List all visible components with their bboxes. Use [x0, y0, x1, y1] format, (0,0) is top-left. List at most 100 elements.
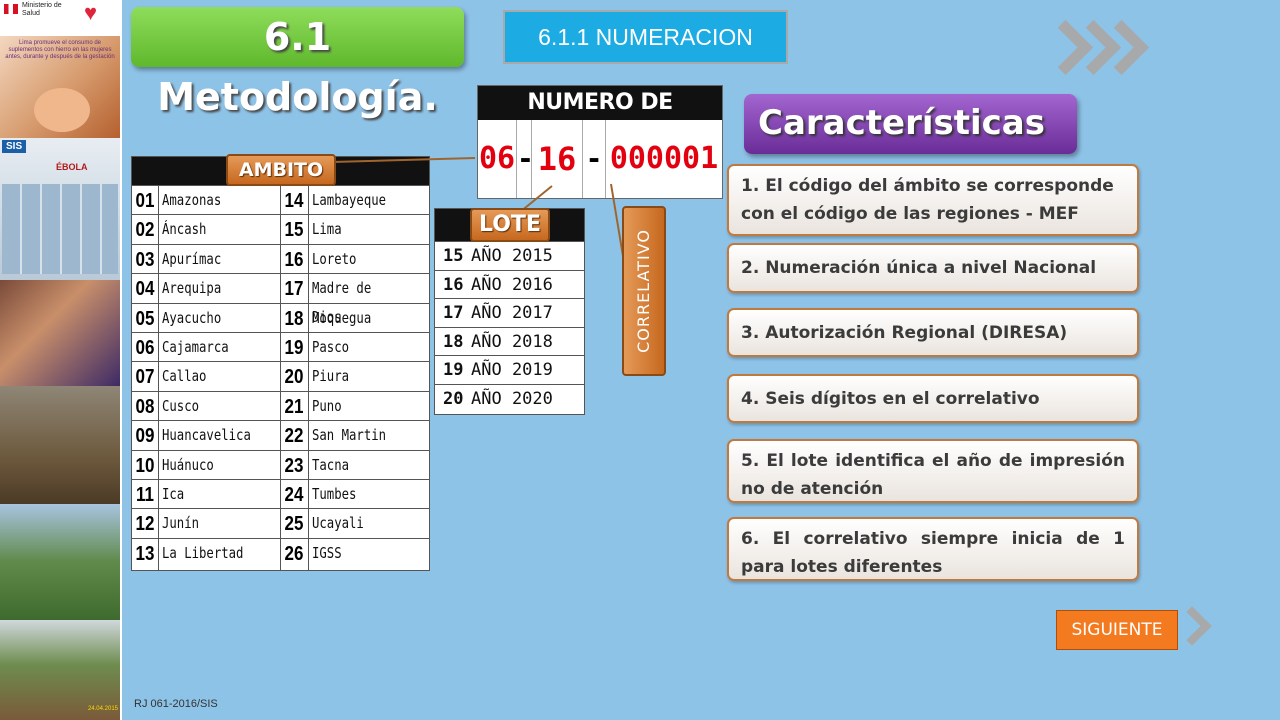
ambito-region: Lambayeque	[312, 191, 387, 209]
formato-lote-code: 16	[532, 120, 583, 198]
rural-house-photo	[0, 504, 120, 620]
ambito-region: Tacna	[312, 455, 350, 474]
ambito-table: 01 Amazonas 14 Lambayeque 02 Áncash 15 Lima 03 Ap…	[131, 156, 430, 571]
sis-website-collage: SIS ÉBOLA	[0, 138, 120, 280]
lote-code: 16	[443, 274, 464, 295]
caracteristicas-title: Características	[758, 103, 1045, 143]
ambito-code: 16	[284, 248, 304, 271]
ambito-region: Apurímac	[162, 249, 222, 268]
caracteristicas-banner: Características	[744, 94, 1077, 154]
child-rural-photo	[0, 386, 120, 504]
ambito-row: 02 Áncash 15 Lima	[132, 214, 429, 244]
formato-separator: -	[517, 120, 534, 198]
lote-row: 15 AÑO 2015	[435, 241, 584, 270]
anniversary-logo-icon: ♥	[84, 0, 98, 25]
ambito-row: 08 Cusco 21 Puno	[132, 390, 429, 421]
ambito-region: Áncash	[162, 220, 207, 239]
ambito-row: 09 Huancavelica 22 San Martin	[132, 420, 429, 450]
caracteristica-item: 1. El código del ámbito se corresponde c…	[727, 164, 1139, 236]
lote-code: 15	[443, 246, 464, 266]
chevron-right-icon[interactable]	[1172, 604, 1216, 648]
numeracion-button[interactable]: 6.1.1 NUMERACION	[503, 10, 788, 64]
ambito-region: Pasco	[312, 338, 350, 356]
ambito-code: 22	[284, 425, 304, 448]
ambito-region: Huancavelica	[162, 426, 251, 445]
footer-reference: RJ 061-2016/SIS	[134, 698, 218, 710]
siguiente-button[interactable]: SIGUIENTE	[1056, 610, 1178, 650]
ambito-region: Moquegua	[312, 308, 372, 327]
ministry-banner: Ministerio de Salud ♥	[0, 0, 120, 40]
lote-year: AÑO 2020	[471, 389, 553, 409]
ambito-row: 11 Ica 24 Tumbes	[132, 479, 429, 509]
lote-row: 20 AÑO 2020	[435, 384, 584, 413]
caracteristica-item: 3. Autorización Regional (DIRESA)	[727, 308, 1139, 357]
ambito-region: Cajamarca	[162, 338, 229, 356]
correlativo-label: CORRELATIVO	[634, 229, 653, 353]
ambito-code: 07	[135, 366, 155, 389]
lote-row: 17 AÑO 2017	[435, 298, 584, 327]
pregnancy-photo: Lima promueve el consumo de suplementos …	[0, 36, 120, 138]
sis-logo: SIS	[2, 140, 27, 153]
page-title-banner: 6.1 Metodología.	[131, 7, 464, 119]
lote-row: 16 AÑO 2016	[435, 269, 584, 299]
ambito-row: 13 La Libertad 26 IGSS	[132, 537, 429, 568]
formato-correlativo-code: 000001	[609, 141, 719, 176]
ambito-region: Ayacucho	[162, 308, 222, 327]
ambito-row: 05 Ayacucho 18 Moquegua	[132, 302, 429, 333]
caracteristica-item: 4. Seis dígitos en el correlativo	[727, 374, 1139, 423]
ambito-region: La Libertad	[162, 543, 244, 562]
ambito-code: 01	[135, 190, 155, 212]
photo-date: 24.04.2015	[87, 706, 118, 712]
photo-strip: Ministerio de Salud ♥ Lima promueve el c…	[0, 0, 122, 720]
lote-row: 19 AÑO 2019	[435, 355, 584, 384]
ambito-code: 12	[135, 513, 155, 536]
page-title: 6.1 Metodología.	[157, 15, 438, 119]
ambito-region: Lima	[312, 220, 342, 239]
ambito-row: 04 Arequipa 17 Madre de Dios	[132, 273, 429, 327]
ambito-row: 06 Cajamarca 19 Pasco	[132, 332, 429, 362]
ambito-code: 18	[284, 307, 304, 330]
ambito-code: 19	[284, 337, 304, 359]
lote-year: AÑO 2019	[471, 360, 553, 381]
ambito-code: 21	[284, 395, 304, 418]
lote-code: 20	[443, 389, 464, 409]
ambito-region: Callao	[162, 367, 207, 386]
ambito-code: 11	[136, 484, 154, 506]
lote-row: 18 AÑO 2018	[435, 326, 584, 356]
ambito-region: Huánuco	[162, 455, 214, 474]
caracteristica-item: 2. Numeración única a nivel Nacional	[727, 243, 1139, 293]
formato-separator: -	[583, 120, 606, 198]
ambito-code: 20	[284, 366, 304, 389]
ambito-region: Ica	[162, 485, 185, 503]
ambito-region: Ucayali	[312, 514, 364, 533]
siguiente-label: SIGUIENTE	[1071, 620, 1163, 640]
ambito-row: 01 Amazonas 14 Lambayeque	[132, 185, 429, 215]
ambito-row: 12 Junín 25 Ucayali	[132, 508, 429, 538]
lote-year: AÑO 2018	[471, 331, 553, 352]
ambito-code: 09	[135, 425, 155, 448]
ambito-tag: AMBITO	[226, 154, 336, 186]
lote-code: 18	[443, 331, 464, 352]
mother-child-photo	[0, 280, 120, 386]
ambito-code: 10	[135, 454, 155, 477]
ambito-region: Madre de Dios	[312, 279, 372, 327]
ambito-code: 17	[284, 278, 304, 301]
campaign-caption: Lima promueve el consumo de suplementos …	[5, 40, 115, 60]
lote-tag: LOTE	[470, 208, 550, 242]
ambito-code: 13	[135, 542, 155, 565]
ambito-region: Cusco	[162, 396, 200, 415]
ambito-code: 26	[284, 542, 304, 565]
lote-code: 17	[443, 303, 464, 324]
community-meeting-photo: 24.04.2015	[0, 620, 120, 720]
ambito-code: 25	[284, 513, 304, 536]
triple-chevron-right-icon	[1037, 19, 1150, 76]
caracteristica-item: 5. El lote identifica el año de impresió…	[727, 439, 1139, 503]
ambito-code: 03	[135, 248, 155, 271]
ambito-code: 05	[135, 307, 155, 330]
caracteristica-item: 6. El correlativo siempre inicia de 1 pa…	[727, 517, 1139, 581]
formato-ambito-code: 06	[478, 120, 517, 198]
numero-formato-box: NUMERO DE FORMATO 06 - 16 - 000001	[477, 85, 723, 199]
ambito-region: Piura	[312, 367, 350, 386]
ambito-region: Junín	[162, 514, 200, 533]
lote-code: 19	[443, 360, 464, 381]
